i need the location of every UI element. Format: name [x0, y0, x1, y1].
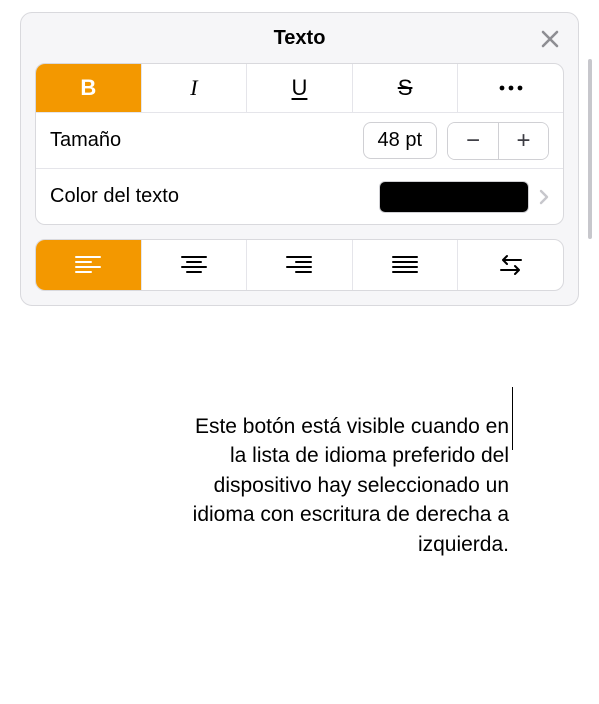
text-direction-icon — [497, 254, 525, 276]
align-right-icon — [286, 255, 312, 275]
size-value-field[interactable]: 48 pt — [363, 122, 437, 159]
text-color-row[interactable]: Color del texto — [36, 168, 563, 224]
size-label: Tamaño — [50, 129, 363, 152]
align-center-button[interactable] — [141, 240, 247, 290]
align-justify-button[interactable] — [352, 240, 458, 290]
callout-leader-line — [512, 387, 513, 450]
text-options-list: Tamaño 48 pt − + Color del texto — [35, 112, 564, 225]
panel-header: Texto — [21, 13, 578, 63]
align-right-button[interactable] — [246, 240, 352, 290]
italic-icon: I — [190, 75, 197, 101]
panel-title: Texto — [274, 27, 326, 50]
text-format-panel: Texto B I U S Tamaño 48 pt — [20, 12, 579, 306]
close-button[interactable] — [536, 25, 564, 53]
text-color-swatch — [379, 181, 529, 213]
align-left-button[interactable] — [36, 240, 141, 290]
text-style-segmented: B I U S — [35, 63, 564, 113]
chevron-right-icon — [539, 189, 549, 205]
size-decrease-button[interactable]: − — [448, 123, 498, 159]
strikethrough-button[interactable]: S — [352, 64, 458, 112]
size-row: Tamaño 48 pt − + — [36, 112, 563, 168]
bold-icon: B — [80, 75, 96, 101]
scroll-indicator[interactable] — [588, 59, 592, 239]
text-color-label: Color del texto — [50, 185, 379, 208]
ellipsis-icon — [498, 84, 524, 92]
more-formatting-button[interactable] — [457, 64, 563, 112]
close-icon — [540, 29, 560, 49]
underline-icon: U — [292, 75, 308, 101]
align-left-icon — [75, 255, 101, 275]
size-stepper: − + — [447, 122, 549, 160]
size-increase-button[interactable]: + — [498, 123, 548, 159]
text-direction-button[interactable] — [457, 240, 563, 290]
underline-button[interactable]: U — [246, 64, 352, 112]
bold-button[interactable]: B — [36, 64, 141, 112]
strikethrough-icon: S — [398, 75, 413, 101]
align-justify-icon — [392, 255, 418, 275]
callout-text: Este botón está visible cuando en la lis… — [179, 412, 509, 559]
alignment-segmented — [35, 239, 564, 291]
align-center-icon — [181, 255, 207, 275]
italic-button[interactable]: I — [141, 64, 247, 112]
